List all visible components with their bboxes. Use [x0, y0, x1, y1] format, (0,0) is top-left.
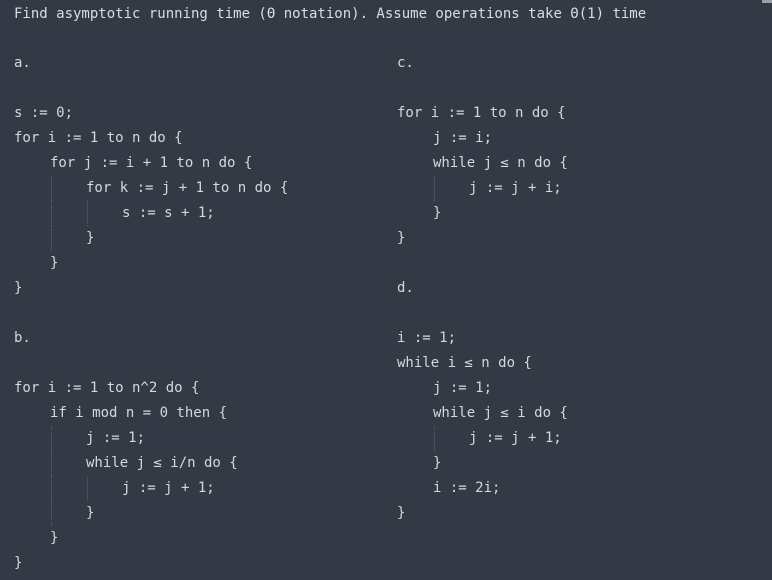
indent-guide [87, 476, 88, 501]
code-line: for j := i + 1 to n do { [50, 155, 253, 171]
code-line: } [50, 255, 59, 271]
code-line: j := i; [433, 130, 493, 146]
problem-label-a: a. [14, 55, 31, 71]
indent-guide [51, 226, 52, 251]
code-line: i := 1; [397, 330, 457, 346]
right-column: c. for i := 1 to n do { j := i; while j … [397, 51, 568, 526]
code-text: while j ≤ i/n do { [86, 455, 238, 471]
code-text: } [86, 230, 95, 246]
code-line: for k := j + 1 to n do { [14, 176, 288, 201]
indent-guide [51, 176, 52, 201]
scrollbar[interactable] [762, 0, 772, 3]
code-line: i := 2i; [433, 480, 501, 496]
code-line: for i := 1 to n do { [397, 105, 566, 121]
code-line: s := s + 1; [14, 201, 288, 226]
code-line: j := j + i; [397, 176, 568, 201]
code-text: j := j + i; [469, 180, 562, 196]
code-text: j := j + 1; [122, 480, 215, 496]
problem-label-c: c. [397, 55, 414, 71]
code-text: } [86, 505, 95, 521]
code-line: while j ≤ i do { [433, 405, 568, 421]
code-text: for k := j + 1 to n do { [86, 180, 289, 196]
code-line: } [14, 555, 23, 571]
code-line: j := 1; [14, 426, 288, 451]
code-line: for i := 1 to n^2 do { [14, 380, 200, 396]
code-line: } [14, 501, 288, 526]
code-line: while i ≤ n do { [397, 355, 532, 371]
code-line: } [397, 505, 406, 521]
indent-guide [434, 176, 435, 201]
indent-guide [434, 426, 435, 451]
indent-guide [51, 501, 52, 526]
code-text: j := j + 1; [469, 430, 562, 446]
indent-guide [51, 201, 52, 226]
code-line: j := j + 1; [14, 476, 288, 501]
indent-guide [87, 201, 88, 226]
page-title: Find asymptotic running time (Θ notation… [14, 6, 647, 22]
code-line: } [433, 455, 442, 471]
left-column: a. s := 0; for i := 1 to n do { for j :=… [14, 51, 288, 576]
code-line: } [433, 205, 442, 221]
indent-guide [51, 426, 52, 451]
code-text: s := s + 1; [122, 205, 215, 221]
code-line: } [14, 280, 23, 296]
code-line: if i mod n = 0 then { [50, 405, 228, 421]
code-line: while j ≤ n do { [433, 155, 568, 171]
problem-label-b: b. [14, 330, 31, 346]
indent-guide [51, 451, 52, 476]
code-line: while j ≤ i/n do { [14, 451, 288, 476]
code-line: } [14, 226, 288, 251]
code-line: for i := 1 to n do { [14, 130, 183, 146]
problem-label-d: d. [397, 280, 414, 296]
code-line: j := 1; [433, 380, 493, 396]
code-line: j := j + 1; [397, 426, 568, 451]
code-line: } [50, 530, 59, 546]
indent-guide [51, 476, 52, 501]
code-line: } [397, 230, 406, 246]
code-line: s := 0; [14, 105, 74, 121]
code-text: j := 1; [86, 430, 146, 446]
